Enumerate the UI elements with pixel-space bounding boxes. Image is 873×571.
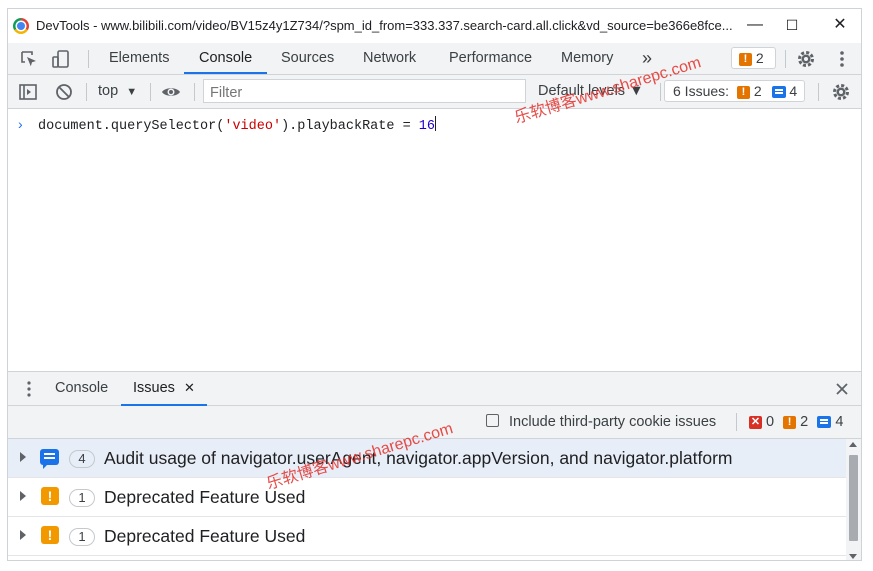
warning-icon: ! — [41, 487, 59, 505]
tab-network[interactable]: Network — [363, 43, 416, 74]
issues-summary-button[interactable]: 6 Issues: ! 2 4 — [664, 80, 805, 102]
close-drawer-icon[interactable] — [835, 382, 849, 396]
drawer-tab-console[interactable]: Console — [55, 373, 108, 404]
code-number: 16 — [418, 119, 435, 134]
third-party-checkbox[interactable] — [486, 414, 499, 427]
clear-console-icon[interactable] — [53, 81, 75, 103]
error-icon: ✕ — [749, 415, 762, 429]
info-message-icon — [817, 416, 832, 429]
filter-input[interactable] — [203, 79, 526, 103]
minimize-button[interactable]: — — [745, 15, 765, 35]
warning-icon: ! — [41, 526, 59, 544]
context-selector[interactable]: top ▼ — [98, 83, 137, 99]
settings-gear-icon[interactable] — [795, 48, 817, 70]
expand-triangle-icon[interactable] — [20, 491, 26, 501]
console-toolbar: top ▼ Default levels ▼ 6 Issues: ! 2 4 — [8, 75, 861, 109]
tab-elements[interactable]: Elements — [109, 43, 169, 74]
toolbar-divider — [785, 50, 786, 68]
toolbar-divider — [88, 50, 89, 68]
issues-warning-count: 2 — [755, 50, 764, 66]
more-options-icon[interactable] — [831, 48, 853, 70]
issues-scrollbar[interactable] — [846, 439, 861, 560]
warning-icon: ! — [783, 415, 797, 429]
issues-info-count: 4 — [789, 83, 798, 99]
issues-counter-button[interactable]: ! 2 — [731, 47, 776, 69]
drawer-tab-bar: Console Issues ✕ — [8, 371, 861, 406]
third-party-label: Include third-party cookie issues — [509, 414, 717, 430]
scroll-up-arrow-icon[interactable] — [849, 442, 857, 447]
info-message-icon — [40, 449, 59, 469]
maximize-button[interactable]: ☐ — [782, 15, 802, 35]
expand-triangle-icon[interactable] — [20, 530, 26, 540]
issue-title: Audit usage of navigator.userAgent, navi… — [104, 448, 733, 468]
chrome-logo-icon — [13, 18, 29, 34]
tab-sources[interactable]: Sources — [281, 43, 334, 74]
scroll-down-arrow-icon[interactable] — [849, 554, 857, 559]
issues-summary-label: 6 Issues: — [673, 83, 730, 99]
issue-counts: ✕ 0 ! 2 4 — [749, 414, 843, 430]
toolbar-divider — [150, 83, 151, 101]
tab-console[interactable]: Console — [184, 43, 268, 74]
scroll-thumb[interactable] — [849, 455, 858, 541]
close-window-button[interactable]: ✕ — [830, 15, 850, 35]
toolbar-divider — [736, 413, 737, 431]
show-sidebar-icon[interactable] — [17, 81, 39, 103]
toolbar-divider — [660, 83, 661, 101]
warning-count: 2 — [800, 414, 809, 430]
issue-count-pill: 1 — [69, 528, 95, 546]
drawer-tab-issues[interactable]: Issues ✕ — [121, 373, 207, 406]
info-message-icon — [771, 86, 786, 99]
close-tab-icon[interactable]: ✕ — [184, 380, 195, 395]
error-count: 0 — [766, 414, 775, 430]
main-toolbar: Elements Console Sources Network Perform… — [8, 43, 861, 75]
info-count: 4 — [835, 414, 844, 430]
device-toolbar-icon[interactable] — [50, 48, 72, 70]
issue-row[interactable]: ! 1 Deprecated Feature Used — [8, 478, 846, 517]
code-string: 'video' — [224, 119, 282, 134]
prompt-chevron-icon: › — [18, 116, 23, 132]
console-input-line[interactable]: document.querySelector('video').playback… — [38, 116, 436, 134]
window-title: DevTools - www.bilibili.com/video/BV15z4… — [36, 18, 733, 33]
toolbar-divider — [194, 83, 195, 101]
title-bar: DevTools - www.bilibili.com/video/BV15z4… — [8, 9, 861, 43]
console-output[interactable]: › document.querySelector('video').playba… — [8, 109, 861, 371]
live-expression-eye-icon[interactable] — [160, 81, 182, 103]
chevron-down-icon: ▼ — [126, 86, 138, 98]
inspect-element-icon[interactable] — [18, 48, 40, 70]
toolbar-divider — [86, 83, 87, 101]
drawer-tab-issues-label: Issues — [133, 380, 175, 396]
tab-performance[interactable]: Performance — [449, 43, 532, 74]
issues-warning-count: 2 — [753, 83, 762, 99]
issue-count-pill: 4 — [69, 450, 95, 468]
context-label: top — [98, 83, 119, 99]
expand-triangle-icon[interactable] — [20, 452, 26, 462]
issue-row[interactable]: ! 1 Deprecated Feature Used — [8, 517, 846, 556]
warning-icon: ! — [736, 85, 750, 99]
toolbar-divider — [818, 83, 819, 101]
devtools-window: DevTools - www.bilibili.com/video/BV15z4… — [7, 8, 862, 561]
warning-icon: ! — [739, 52, 752, 66]
code-middle: ).playbackRate = — [281, 119, 419, 134]
tab-memory[interactable]: Memory — [561, 43, 613, 74]
issue-count-pill: 1 — [69, 489, 95, 507]
console-settings-gear-icon[interactable] — [830, 81, 852, 103]
text-caret — [435, 116, 436, 131]
code-prefix: document.querySelector( — [38, 119, 225, 134]
drawer-menu-icon[interactable] — [20, 380, 38, 398]
issue-title: Deprecated Feature Used — [104, 526, 306, 546]
